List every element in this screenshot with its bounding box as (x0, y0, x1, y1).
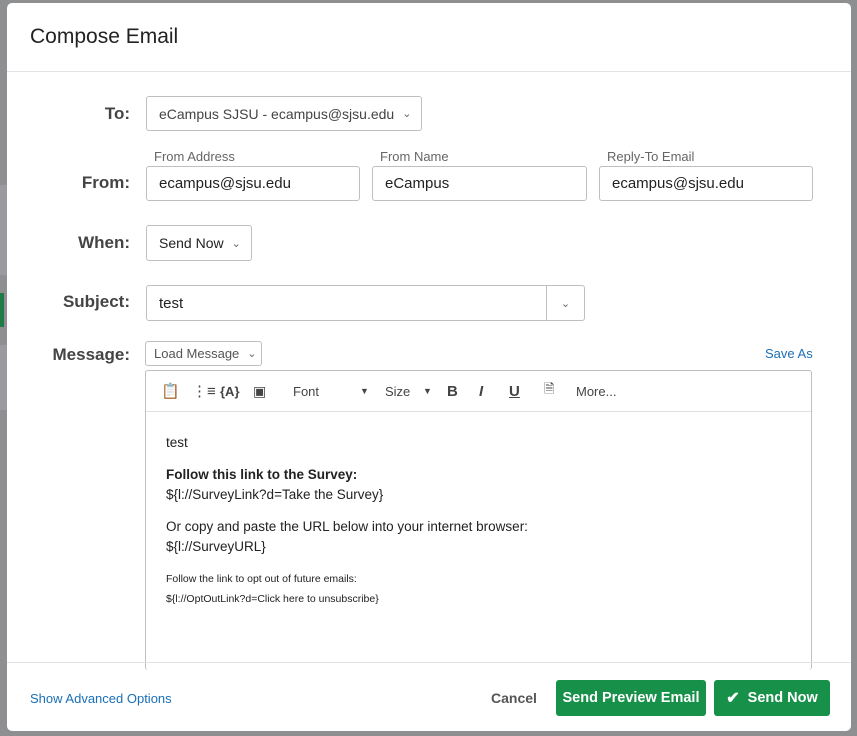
body-line: ${l://SurveyURL} (166, 539, 266, 554)
from-name-label: From Name (380, 149, 449, 164)
message-label: Message: (52, 345, 130, 364)
load-message-label: Load Message (154, 346, 240, 361)
from-name-input[interactable]: eCampus (372, 166, 587, 201)
body-line: Follow this link to the Survey: (166, 467, 358, 482)
caret-down-icon: ▼ (423, 386, 432, 396)
message-editor[interactable]: 📋 ⋮≡ {A} ▣ Font ▼ Size ▼ B I U 🗎 More...… (145, 370, 812, 670)
source-icon[interactable]: 🗎 (544, 380, 554, 402)
background-button (0, 293, 4, 327)
underline-button[interactable]: U (509, 383, 520, 400)
reply-to-label: Reply-To Email (607, 149, 695, 164)
body-line: ${l://OptOutLink?d=Click here to unsubsc… (166, 593, 379, 605)
image-icon[interactable]: ▣ (253, 383, 266, 400)
to-value: eCampus SJSU - ecampus@sjsu.edu (159, 105, 395, 122)
bold-button[interactable]: B (447, 383, 458, 400)
modal-footer: Show Advanced Options Cancel Send Previe… (7, 662, 851, 731)
subject-value: test (159, 294, 184, 312)
send-preview-email-button[interactable]: Send Preview Email (556, 680, 706, 716)
clipboard-icon[interactable]: 📋 (161, 382, 180, 400)
font-select[interactable]: Font (293, 384, 319, 399)
when-select[interactable]: Send Now ⌄ (146, 225, 252, 261)
chevron-down-icon: ⌄ (402, 108, 412, 120)
piped-text-icon[interactable]: {A} (220, 384, 240, 399)
body-line: test (166, 435, 188, 450)
modal-title: Compose Email (7, 3, 851, 72)
more-button[interactable]: More... (576, 384, 616, 399)
body-line: Follow the link to opt out of future ema… (166, 573, 357, 585)
subject-label: Subject: (62, 292, 130, 311)
list-icon[interactable]: ⋮≡ (192, 382, 216, 400)
from-label: From: (81, 173, 130, 192)
load-message-button[interactable]: Load Message ⌄ (145, 341, 262, 366)
subject-input[interactable]: test ⌄ (146, 285, 585, 321)
chevron-down-icon: ⌄ (231, 237, 241, 250)
save-as-link[interactable]: Save As (765, 346, 813, 361)
cancel-button[interactable]: Cancel (491, 690, 537, 706)
italic-button[interactable]: I (479, 383, 483, 400)
body-line: Or copy and paste the URL below into you… (166, 519, 528, 534)
subject-dropdown-button[interactable]: ⌄ (546, 286, 584, 320)
compose-email-modal: Compose Email To: eCampus SJSU - ecampus… (7, 3, 851, 731)
caret-down-icon: ▼ (360, 386, 369, 396)
checkmark-icon: ✔ (726, 690, 740, 707)
show-advanced-options-link[interactable]: Show Advanced Options (30, 691, 172, 706)
editor-toolbar: 📋 ⋮≡ {A} ▣ Font ▼ Size ▼ B I U 🗎 More... (146, 371, 811, 412)
size-select[interactable]: Size (385, 384, 410, 399)
message-body[interactable]: test Follow this link to the Survey: ${l… (146, 412, 811, 630)
from-address-input[interactable]: ecampus@sjsu.edu (146, 166, 360, 201)
when-label: When: (78, 233, 130, 252)
when-value: Send Now (159, 235, 224, 251)
send-now-label: Send Now (747, 690, 818, 706)
to-label: To: (104, 104, 130, 123)
body-line: ${l://SurveyLink?d=Take the Survey} (166, 487, 384, 502)
reply-to-input[interactable]: ecampus@sjsu.edu (599, 166, 813, 201)
chevron-down-icon: ⌄ (247, 348, 257, 360)
send-now-button[interactable]: ✔ Send Now (714, 680, 830, 716)
from-address-label: From Address (154, 149, 235, 164)
to-select[interactable]: eCampus SJSU - ecampus@sjsu.edu ⌄ (146, 96, 422, 131)
